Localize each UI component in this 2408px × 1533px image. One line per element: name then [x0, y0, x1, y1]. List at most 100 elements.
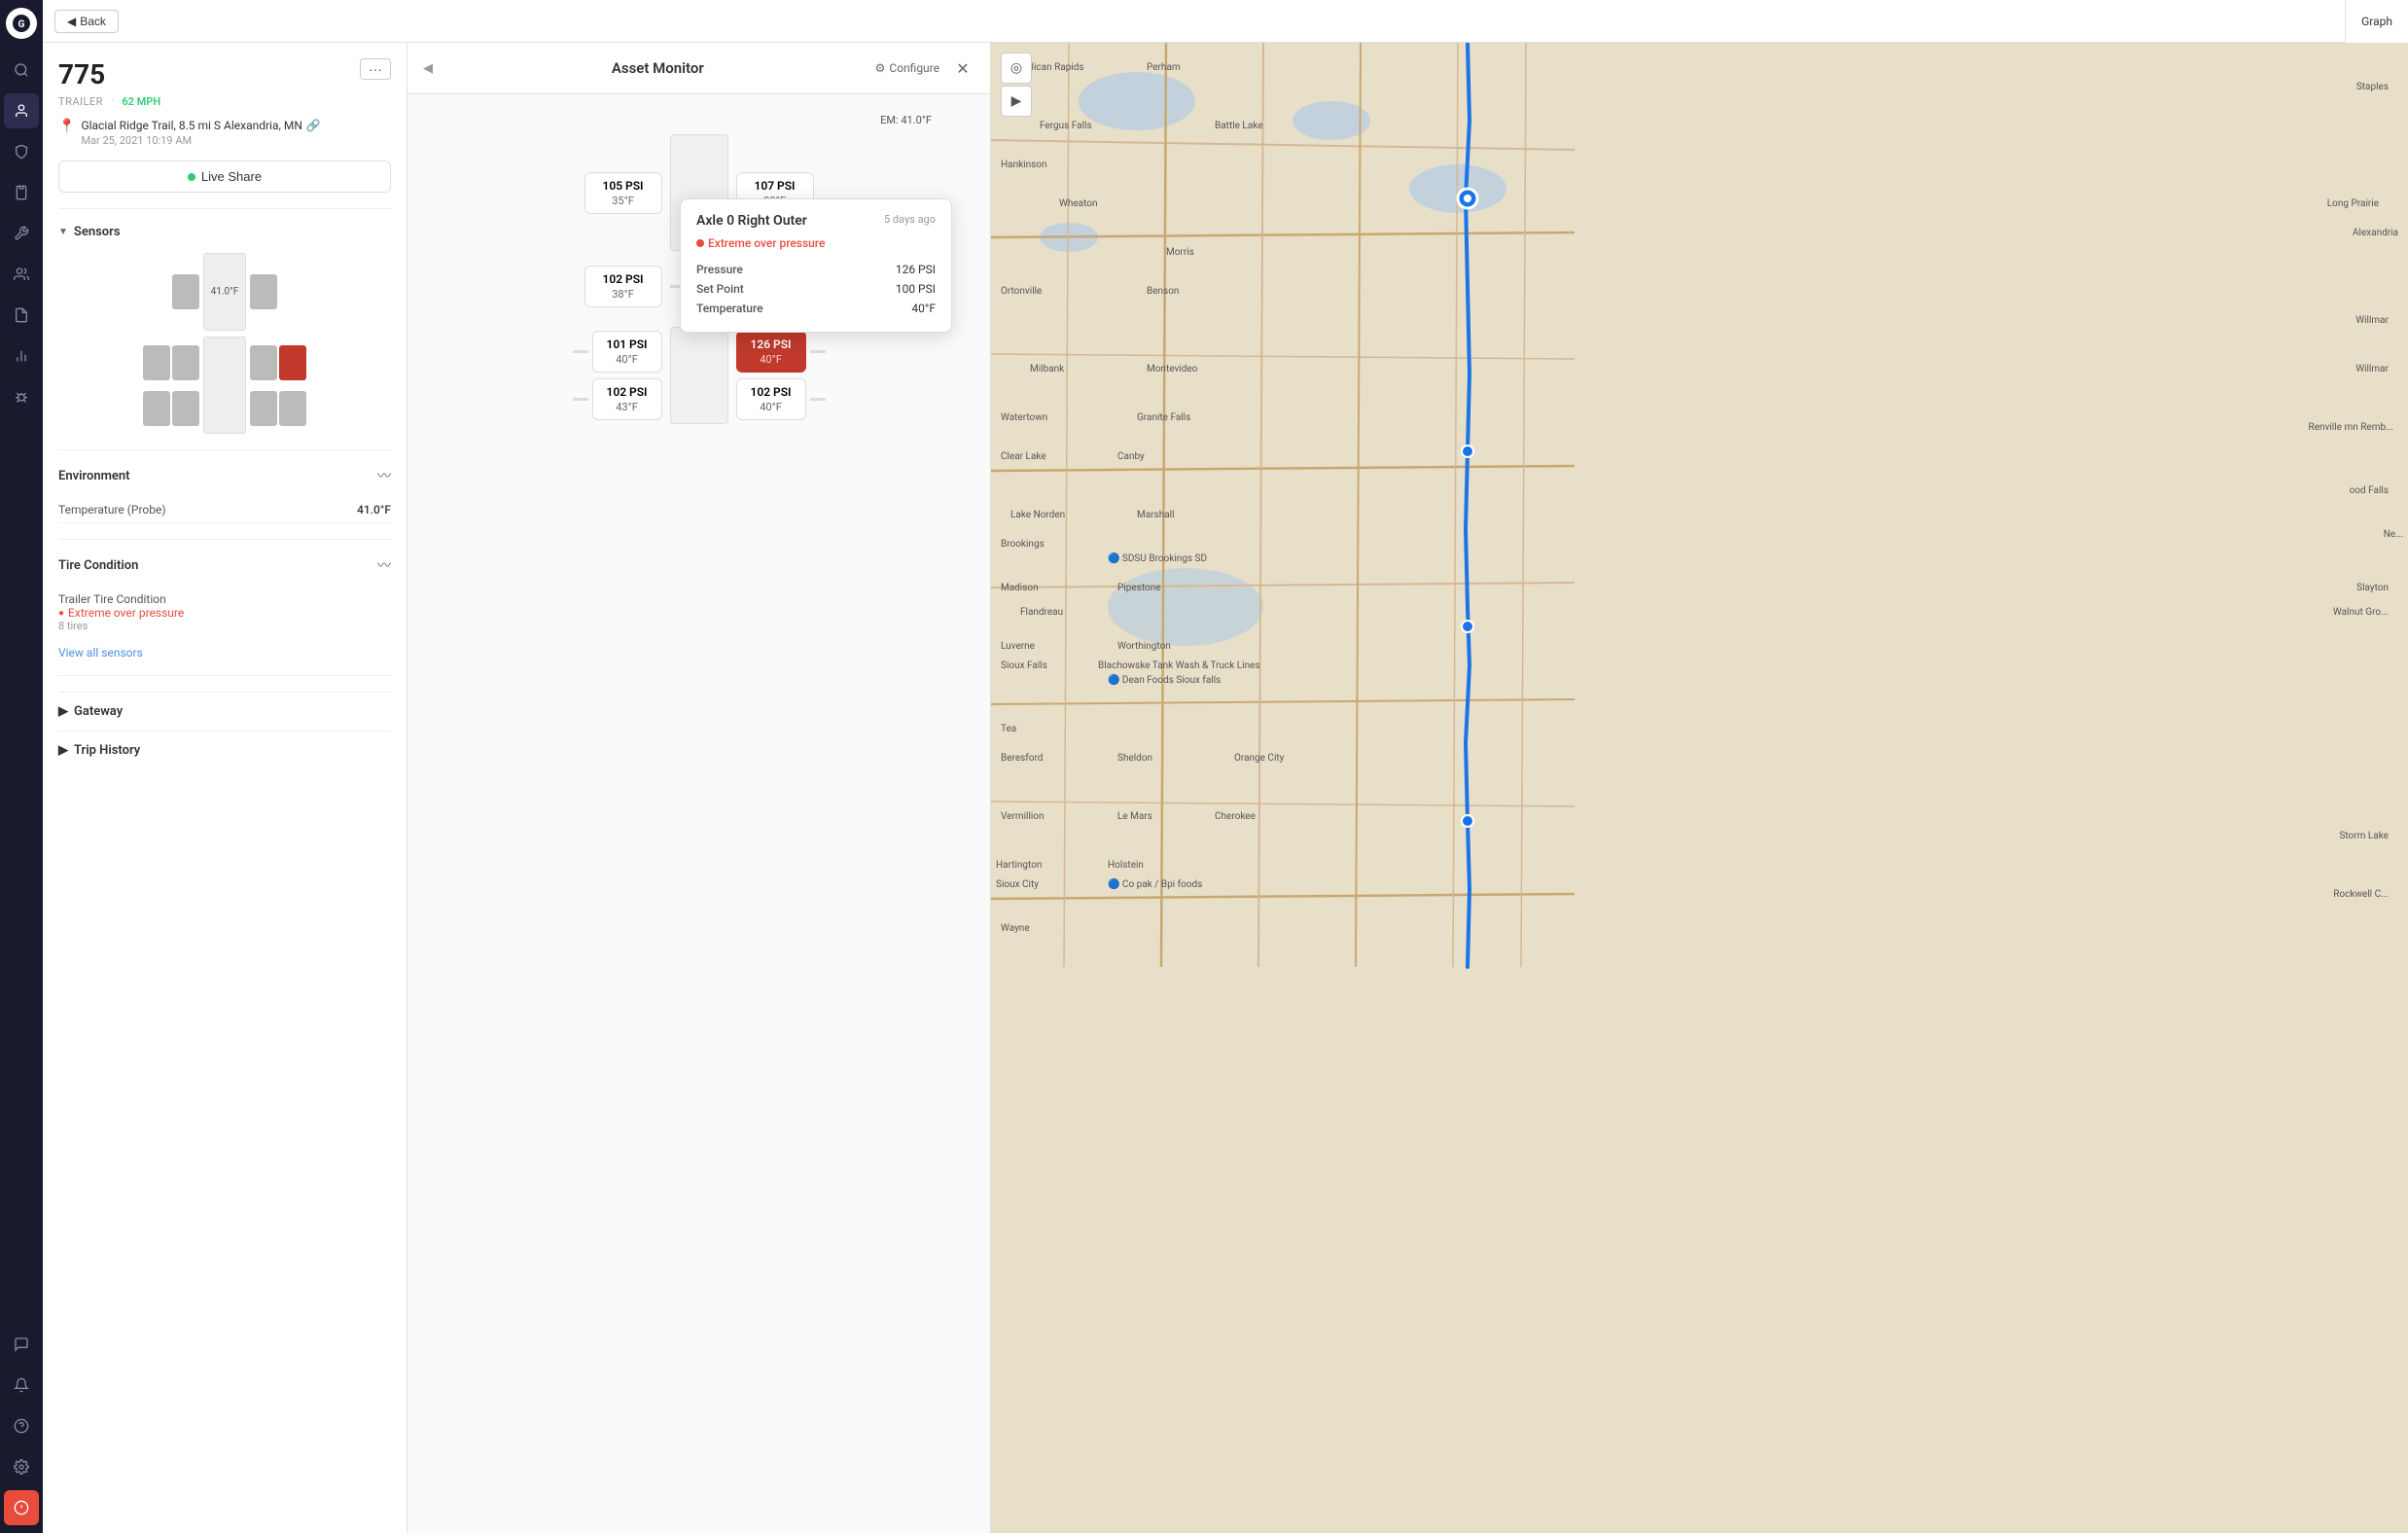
environment-trend-icon[interactable]: 〰 [377, 466, 391, 485]
tire-condition-title: Tire Condition [58, 558, 138, 573]
sensors-title: ▼ Sensors [58, 225, 121, 239]
tire-rl-outer[interactable] [143, 345, 170, 380]
nav-icon-shield[interactable] [4, 134, 39, 169]
map-background[interactable]: Pelican Rapids Perham Staples Fergus Fal… [991, 43, 2408, 1533]
asset-speed: 62 MPH [122, 95, 160, 108]
tooltip-header: Axle 0 Right Outer 5 days ago [696, 213, 936, 229]
tires-count: 8 tires [58, 620, 391, 632]
location-row: 📍 Glacial Ridge Trail, 8.5 mi S Alexandr… [58, 119, 391, 147]
nav-icon-alert[interactable] [4, 1490, 39, 1525]
external-link-icon[interactable]: 🔗 [306, 119, 321, 132]
tooltip-setpoint-value: 100 PSI [896, 282, 936, 296]
condition-status: ● Extreme over pressure [58, 606, 391, 620]
live-share-button[interactable]: Live Share [58, 160, 391, 193]
map-panel: Pelican Rapids Perham Staples Fergus Fal… [991, 43, 2408, 1533]
map-play-button[interactable]: ▶ [1001, 86, 1032, 117]
trailer-left-axle1: 101 PSI 40°F [573, 331, 662, 373]
error-dot-icon [696, 239, 704, 247]
graph-button[interactable]: Graph [2345, 0, 2408, 43]
tooltip-temp-value: 40°F [911, 302, 936, 315]
tooltip-error-text: Extreme over pressure [708, 236, 825, 250]
temp-probe-row: Temperature (Probe) 41.0°F [58, 497, 391, 523]
tooltip-setpoint-label: Set Point [696, 282, 744, 296]
top-bar: ◀ Back Graph [43, 0, 2408, 43]
live-share-label: Live Share [201, 169, 262, 184]
nav-bottom [4, 1327, 39, 1525]
trailer-right-axle2: 102 PSI 40°F [736, 378, 826, 420]
tooltip-pressure-row: Pressure 126 PSI [696, 260, 936, 279]
condition-error-text[interactable]: Extreme over pressure [68, 606, 184, 620]
trailer-left-tires: 101 PSI 40°F 102 PSI 43°F [573, 331, 662, 420]
sensors-collapse-arrow[interactable]: ▼ [58, 227, 68, 237]
nav-icon-users[interactable] [4, 257, 39, 292]
tire-card-trailer-right-2[interactable]: 102 PSI 40°F [736, 378, 806, 420]
tire-condition-row: Trailer Tire Condition ● Extreme over pr… [58, 587, 391, 638]
tire-rr2-outer[interactable] [279, 391, 306, 426]
tire-condition-trend-icon[interactable]: 〰 [377, 555, 391, 575]
map-locator-button[interactable]: ◎ [1001, 53, 1032, 84]
tooltip-pressure-label: Pressure [696, 263, 743, 276]
nav-icon-settings[interactable] [4, 1449, 39, 1484]
live-dot [188, 173, 195, 181]
configure-label: Configure [889, 61, 939, 75]
tooltip-pressure-value: 126 PSI [896, 263, 936, 276]
error-circle-icon: ● [58, 608, 64, 619]
close-button[interactable]: ✕ [951, 56, 974, 80]
nav-icon-bell[interactable] [4, 1368, 39, 1403]
gateway-expand-arrow: ▶ [58, 704, 68, 719]
tire-card-trailer-left-1[interactable]: 101 PSI 40°F [592, 331, 662, 373]
back-label: Back [80, 15, 106, 28]
left-panel: 775 TRAILER · 62 MPH ··· 📍 Glacial Ridge… [43, 43, 407, 1533]
nav-icon-bug[interactable] [4, 379, 39, 414]
main-content: 775 TRAILER · 62 MPH ··· 📍 Glacial Ridge… [43, 43, 2408, 1533]
view-all-sensors-link[interactable]: View all sensors [58, 646, 391, 660]
gateway-row[interactable]: ▶ Gateway [58, 692, 391, 731]
tire-card-axle0-left[interactable]: 105 PSI 35°F [584, 172, 662, 214]
tooltip-time: 5 days ago [884, 213, 936, 226]
tooltip-temp-row: Temperature 40°F [696, 299, 936, 318]
nav-icon-file[interactable] [4, 298, 39, 333]
tire-condition-header: Tire Condition 〰 [58, 555, 391, 575]
asset-monitor-panel: ◀ Asset Monitor ⚙ Configure ✕ EM: 41.0°F… [407, 43, 991, 1533]
tooltip-temp-label: Temperature [696, 302, 763, 315]
back-button[interactable]: ◀ Back [54, 10, 119, 33]
monitor-back-arrow[interactable]: ◀ [423, 61, 433, 76]
tire-fl[interactable] [172, 274, 199, 309]
nav-icon-chart[interactable] [4, 339, 39, 374]
tooltip-popup: Axle 0 Right Outer 5 days ago Extreme ov… [680, 198, 952, 333]
gateway-title: Gateway [74, 704, 123, 719]
trip-history-row[interactable]: ▶ Trip History [58, 731, 391, 769]
nav-icon-wrench[interactable] [4, 216, 39, 251]
configure-button[interactable]: ⚙ Configure [875, 61, 939, 75]
trip-expand-arrow: ▶ [58, 743, 68, 758]
top-axle-row: 41.0°F [172, 253, 277, 331]
monitor-header: ◀ Asset Monitor ⚙ Configure ✕ [407, 43, 990, 94]
nav-icon-search[interactable] [4, 53, 39, 88]
trip-history-title: Trip History [74, 743, 140, 758]
divider-tire [58, 539, 391, 540]
tire-rr2-inner[interactable] [250, 391, 277, 426]
tire-rl2-inner[interactable] [172, 391, 199, 426]
trailer-right-axle1: 126 PSI 40°F [736, 331, 826, 373]
nav-icon-clipboard[interactable] [4, 175, 39, 210]
location-text: Glacial Ridge Trail, 8.5 mi S Alexandria… [81, 119, 301, 132]
tire-rr-inner[interactable] [250, 345, 277, 380]
nav-icon-chat[interactable] [4, 1327, 39, 1362]
tire-card-trailer-right-1-highlighted[interactable]: 126 PSI 40°F [736, 331, 806, 373]
more-button[interactable]: ··· [360, 58, 391, 80]
tire-fr[interactable] [250, 274, 277, 309]
map-controls: ◎ ▶ [1001, 53, 1032, 117]
monitor-actions: ⚙ Configure ✕ [875, 56, 974, 80]
environment-header: Environment 〰 [58, 466, 391, 485]
tire-rl2-outer[interactable] [143, 391, 170, 426]
svg-text:G: G [18, 19, 25, 30]
tire-card-axle1-left[interactable]: 102 PSI 38°F [584, 266, 662, 307]
tire-card-trailer-left-2[interactable]: 102 PSI 43°F [592, 378, 662, 420]
nav-icon-help[interactable] [4, 1408, 39, 1444]
tire-rr-outer[interactable] [279, 345, 306, 380]
trailer-section: 101 PSI 40°F 102 PSI 43°F [573, 327, 826, 424]
trailer-tire-label: Trailer Tire Condition [58, 592, 391, 606]
em-label: EM: 41.0°F [880, 114, 932, 126]
tire-rl-inner[interactable] [172, 345, 199, 380]
nav-icon-person[interactable] [4, 93, 39, 128]
